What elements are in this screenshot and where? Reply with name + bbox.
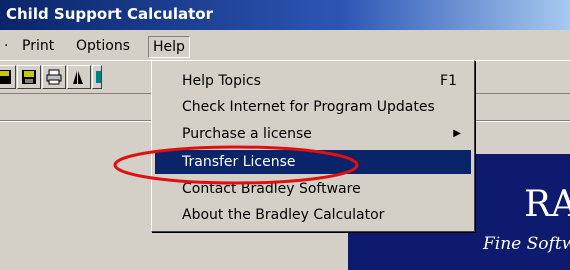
banner-tagline: Fine Softw (483, 234, 570, 254)
menu-item-label: Check Internet for Program Updates (182, 99, 435, 115)
pointer-icon (73, 71, 83, 84)
menu-item-label: About the Bradley Calculator (182, 207, 385, 223)
menu-item-label: Help Topics (182, 73, 261, 89)
title-bar: Child Support Calculator (0, 0, 570, 30)
menu-cutoff-item[interactable]: · (0, 36, 12, 56)
printer-icon (46, 69, 62, 85)
help-dropdown-menu: Help Topics F1 Check Internet for Progra… (151, 60, 475, 232)
save-icon (22, 70, 36, 84)
menu-help[interactable]: Help (148, 36, 190, 58)
pointer-button[interactable] (67, 65, 91, 89)
menu-item-about[interactable]: About the Bradley Calculator (155, 203, 471, 227)
menu-item-label: Purchase a license (182, 126, 312, 142)
menu-item-label: Contact Bradley Software (182, 181, 361, 197)
menu-item-label: Transfer License (182, 154, 296, 170)
save-button[interactable] (17, 65, 41, 89)
menu-item-contact[interactable]: Contact Bradley Software (155, 177, 471, 201)
calculator-icon (96, 71, 101, 83)
floppy-icon (0, 70, 11, 84)
print-button[interactable] (42, 65, 66, 89)
banner-logo-text: RA (524, 184, 570, 225)
menu-item-transfer-license[interactable]: Transfer License (155, 150, 471, 174)
menu-options[interactable]: Options (72, 36, 134, 56)
toolbar-button-cutoff[interactable] (92, 65, 102, 89)
menu-item-help-topics[interactable]: Help Topics F1 (155, 69, 471, 93)
menu-item-purchase-license[interactable]: Purchase a license ▶ (155, 122, 471, 146)
menu-print[interactable]: Print (18, 36, 58, 56)
menu-item-check-updates[interactable]: Check Internet for Program Updates (155, 95, 471, 119)
window-title: Child Support Calculator (6, 5, 213, 23)
shortcut-label: F1 (440, 73, 457, 89)
open-button[interactable] (0, 65, 16, 89)
menu-bar: · Print Options Help (0, 30, 570, 60)
submenu-arrow-icon: ▶ (453, 128, 461, 139)
